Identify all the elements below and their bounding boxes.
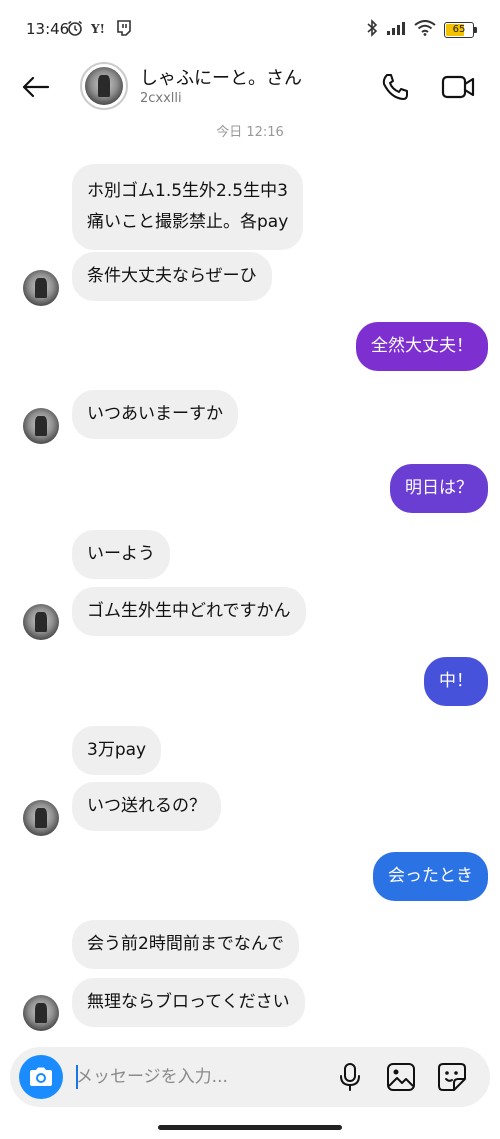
video-call-button[interactable] xyxy=(440,70,476,104)
yahoo-icon: Y! xyxy=(90,20,110,40)
svg-text:Y!: Y! xyxy=(90,22,105,36)
message-input[interactable] xyxy=(76,1057,316,1097)
sender-avatar[interactable] xyxy=(23,800,59,836)
camera-icon xyxy=(30,1067,52,1086)
message-bubble-incoming[interactable]: いつ送れるの？ xyxy=(72,782,221,831)
message-composer xyxy=(10,1047,490,1107)
message-bubble-incoming[interactable]: ゴム生外生中どれですかん xyxy=(72,587,306,636)
voice-message-button[interactable] xyxy=(335,1061,365,1093)
wifi-icon xyxy=(414,20,436,40)
sticker-button[interactable] xyxy=(436,1061,468,1093)
sticker-icon xyxy=(438,1063,466,1091)
status-icons-right: 65 xyxy=(366,19,477,41)
gallery-icon xyxy=(387,1063,415,1091)
signal-icon xyxy=(386,20,406,40)
message-bubble-incoming[interactable]: ホ別ゴム1.5生外2.5生中3 痛いこと撮影禁止。各pay xyxy=(72,164,304,250)
voice-call-button[interactable] xyxy=(378,70,412,104)
battery-icon: 65 xyxy=(444,22,477,38)
sender-avatar[interactable] xyxy=(23,408,59,444)
status-time: 13:46 xyxy=(26,20,70,38)
sender-avatar[interactable] xyxy=(23,995,59,1031)
status-icons-left: Y! xyxy=(66,19,132,41)
status-bar: 13:46 Y! 65 xyxy=(0,0,500,56)
battery-level-text: 65 xyxy=(452,24,466,35)
message-bubble-incoming[interactable]: 3万pay xyxy=(72,726,162,775)
app-notification-icon xyxy=(116,19,132,41)
message-bubble-outgoing[interactable]: 明日は？ xyxy=(390,464,488,513)
text-cursor xyxy=(76,1065,78,1089)
bluetooth-icon xyxy=(366,19,378,41)
home-indicator xyxy=(158,1125,342,1130)
contact-username: 2cxxlli xyxy=(140,91,182,106)
message-bubble-incoming[interactable]: 会う前2時間前までなんで xyxy=(72,920,299,969)
gallery-button[interactable] xyxy=(385,1061,417,1093)
alarm-icon xyxy=(66,19,84,41)
battery-cap xyxy=(474,27,477,33)
video-icon xyxy=(441,75,475,99)
message-bubble-incoming[interactable]: いーよう xyxy=(72,530,170,579)
back-button[interactable] xyxy=(18,70,52,104)
sender-avatar[interactable] xyxy=(23,604,59,640)
contact-avatar[interactable] xyxy=(80,62,128,110)
message-bubble-outgoing[interactable]: 全然大丈夫！ xyxy=(356,322,488,371)
message-bubble-incoming[interactable]: 条件大丈夫ならぜーひ xyxy=(72,252,272,301)
microphone-icon xyxy=(340,1063,360,1091)
message-bubble-incoming[interactable]: 無理ならブロってください xyxy=(72,978,305,1027)
contact-name[interactable]: しゃふにーと。さん xyxy=(140,64,302,90)
sender-avatar[interactable] xyxy=(23,270,59,306)
message-bubble-incoming[interactable]: いつあいまーすか xyxy=(72,390,238,439)
back-arrow-icon xyxy=(22,76,50,98)
avatar-image xyxy=(85,67,123,105)
phone-icon xyxy=(382,74,408,100)
chat-header: しゃふにーと。さん 2cxxlli xyxy=(0,56,500,116)
message-bubble-outgoing[interactable]: 会ったとき xyxy=(373,852,488,901)
camera-button[interactable] xyxy=(19,1055,63,1099)
message-bubble-outgoing[interactable]: 中！ xyxy=(424,657,488,706)
conversation-timestamp: 今日 12:16 xyxy=(216,125,284,140)
